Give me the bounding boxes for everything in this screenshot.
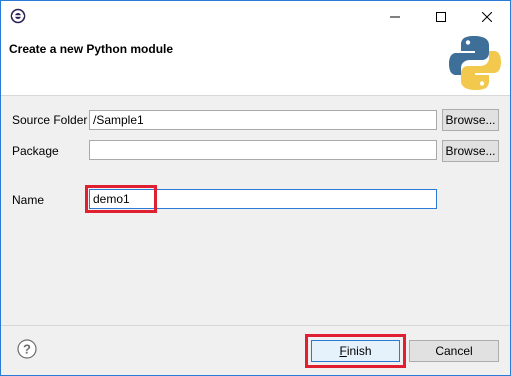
dialog-window: Create a new Python module Source Folder…	[0, 0, 511, 376]
svg-text:?: ?	[23, 342, 31, 357]
finish-button[interactable]: Finish	[311, 340, 400, 362]
dialog-title: Create a new Python module	[9, 42, 174, 56]
finish-mnemonic: F	[339, 344, 347, 358]
package-browse-button[interactable]: Browse...	[442, 140, 499, 162]
source-folder-input[interactable]	[89, 110, 437, 130]
minimize-icon	[390, 16, 400, 17]
maximize-icon	[436, 11, 446, 22]
title-bar	[1, 1, 510, 32]
minimize-button[interactable]	[372, 1, 418, 32]
eclipse-app-icon	[10, 8, 26, 24]
close-icon	[482, 11, 492, 22]
package-input[interactable]	[89, 140, 437, 160]
python-logo-icon	[449, 36, 501, 90]
cancel-button[interactable]: Cancel	[409, 340, 499, 362]
dialog-banner: Create a new Python module	[1, 32, 510, 96]
footer-separator	[1, 325, 510, 326]
name-input[interactable]	[89, 189, 437, 209]
maximize-button[interactable]	[418, 1, 464, 32]
package-label: Package	[12, 144, 59, 158]
help-icon[interactable]: ?	[17, 339, 37, 359]
source-folder-label: Source Folder	[12, 113, 88, 127]
source-folder-browse-button[interactable]: Browse...	[442, 109, 499, 131]
name-label: Name	[12, 193, 45, 207]
finish-label-rest: inish	[346, 344, 372, 358]
close-button[interactable]	[464, 1, 510, 32]
